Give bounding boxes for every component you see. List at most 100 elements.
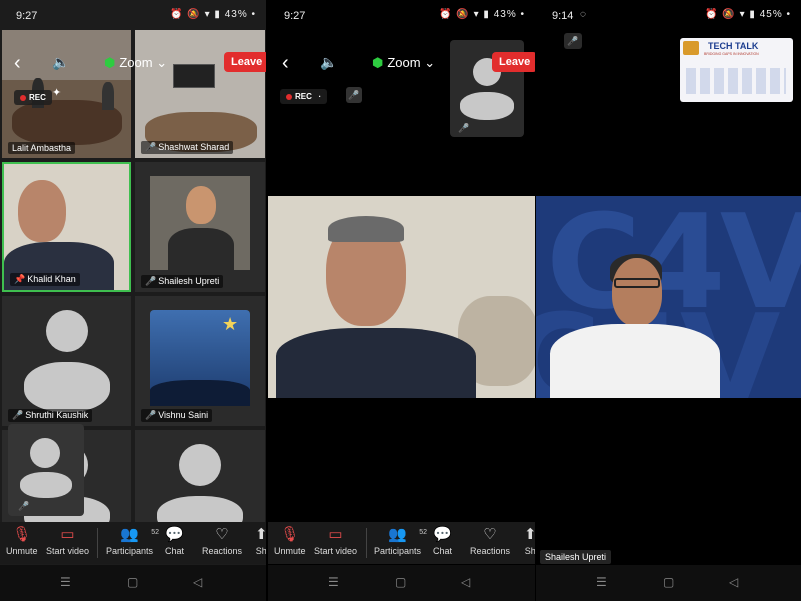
status-bar: 9:27 ⏰ 🔕 ▾ ▮ 43% •: [284, 9, 525, 22]
status-bar: 9:27 ⏰ 🔕 ▾ ▮ 43% •: [16, 9, 256, 22]
mic-off-icon[interactable]: 🎤: [564, 33, 582, 49]
presenter-face: [612, 258, 662, 326]
recent-apps-icon[interactable]: ☰: [328, 575, 339, 589]
mic-off-icon: 🎤: [458, 123, 470, 133]
event-banner-thumbnail[interactable]: TECH TALK BRIDGING GAPS IN INNOVATION: [680, 38, 793, 102]
whatsapp-icon: ◌: [580, 9, 586, 20]
start-video-button[interactable]: ▭ Start video: [46, 526, 89, 556]
event-logo: [683, 41, 699, 55]
speaker-icon[interactable]: 🔈: [52, 54, 69, 71]
leave-button[interactable]: Leave: [492, 52, 535, 72]
status-bar: 9:14 ◌ ⏰ 🔕 ▾ ▮ 45% •: [552, 9, 791, 22]
android-nav-bar: ☰ ▢ ◁: [268, 565, 535, 601]
participant-name: Vishnu Saini: [158, 410, 209, 420]
participant-tile[interactable]: [135, 430, 265, 522]
mic-off-icon[interactable]: 🎤: [346, 87, 362, 103]
participants-icon: 👥 52: [388, 526, 428, 543]
participant-name: Shruthi Kaushik: [25, 410, 89, 420]
status-time: 9:14: [552, 10, 574, 22]
back-nav-icon[interactable]: ◁: [193, 575, 202, 589]
recording-badge: REC ·: [280, 89, 328, 104]
back-arrow-icon[interactable]: ‹: [14, 52, 21, 75]
presenter-view-screen: 9:14 ◌ ⏰ 🔕 ▾ ▮ 45% • 🎤 TECH TALK BRIDGIN…: [536, 0, 801, 601]
sparkle-icon[interactable]: ✦: [52, 86, 61, 99]
meeting-top-bar: ‹ 🔈 ⬢ Zoom ⌄ Leave: [0, 48, 266, 78]
participants-count: 52: [151, 529, 160, 536]
video-off-icon: ▭: [328, 526, 343, 543]
mic-off-icon: 🎙: [12, 526, 32, 543]
active-speaker-video[interactable]: [268, 196, 535, 398]
participant-tile-active-speaker[interactable]: 📌 Khalid Khan: [2, 162, 131, 292]
home-icon[interactable]: ▢: [127, 575, 138, 589]
speaker-name-label: Shailesh Upreti: [540, 550, 612, 564]
status-icons: ⏰ 🔕 ▾ ▮: [170, 9, 221, 20]
participants-icon: 👥 52: [120, 526, 160, 543]
start-video-button[interactable]: ▭ Start video: [314, 526, 357, 556]
share-icon: ⬆: [524, 526, 535, 543]
home-icon[interactable]: ▢: [663, 575, 674, 589]
participants-count: 52: [419, 529, 428, 536]
unmute-button[interactable]: 🎙 Unmute: [6, 526, 38, 556]
status-time: 9:27: [16, 10, 38, 22]
chat-button[interactable]: 💬 Chat: [433, 526, 452, 556]
video-off-icon: ▭: [60, 526, 75, 543]
leave-button[interactable]: Leave: [224, 52, 266, 72]
chat-button[interactable]: 💬 Chat: [165, 526, 184, 556]
participant-tile[interactable]: ★ 🎤 Vishnu Saini: [135, 296, 265, 426]
glasses: [614, 278, 660, 288]
pin-icon: 📌: [14, 274, 26, 284]
mic-off-icon: 🎤: [145, 410, 157, 420]
meeting-info-dropdown[interactable]: ⬢ Zoom ⌄: [372, 55, 435, 71]
sponsor-logos: [686, 68, 786, 94]
battery-level: 45%: [759, 9, 783, 20]
android-nav-bar: ☰ ▢ ◁: [536, 565, 801, 601]
recent-apps-icon[interactable]: ☰: [596, 575, 607, 589]
chat-icon: 💬: [433, 526, 452, 543]
self-view-tile[interactable]: 🎤: [8, 424, 84, 516]
share-icon: ⬆: [255, 526, 266, 543]
mic-off-icon: 🎤: [145, 276, 157, 286]
unmute-button[interactable]: 🎙 Unmute: [274, 526, 306, 556]
battery-level: 43%: [224, 9, 248, 20]
participants-button[interactable]: 👥 52 Participants: [106, 526, 160, 556]
share-button[interactable]: ⬆ Sh: [255, 526, 266, 556]
participant-name: Shashwat Sharad: [158, 142, 230, 152]
meeting-toolbar: 🎙 Unmute ▭ Start video 👥 52 Participants 💬 Ch…: [0, 522, 266, 564]
speaker-view-screen: 9:27 ⏰ 🔕 ▾ ▮ 43% • ‹ 🔈 ⬢ Zoom ⌄ 🎤 Leave R…: [268, 0, 535, 601]
participant-tile[interactable]: 🎤 Shailesh Upreti: [135, 162, 265, 292]
participant-name: Khalid Khan: [27, 274, 76, 284]
back-arrow-icon[interactable]: ‹: [282, 52, 289, 75]
presenter-video[interactable]: C4V C4V: [536, 196, 801, 398]
back-nav-icon[interactable]: ◁: [729, 575, 738, 589]
back-nav-icon[interactable]: ◁: [461, 575, 470, 589]
home-icon[interactable]: ▢: [395, 575, 406, 589]
profile-photo: [150, 176, 250, 270]
recording-badge: REC: [14, 90, 52, 105]
shield-icon: ⬢: [372, 55, 384, 70]
heart-icon: ♡: [483, 526, 497, 543]
battery-level: 43%: [493, 9, 517, 20]
mic-off-icon: 🎤: [12, 410, 24, 420]
participant-face: [18, 180, 66, 242]
heart-icon: ♡: [215, 526, 229, 543]
recent-apps-icon[interactable]: ☰: [60, 575, 71, 589]
participant-tile[interactable]: 🎤 Shruthi Kaushik: [2, 296, 131, 426]
reactions-button[interactable]: ♡ Reactions: [202, 526, 242, 556]
avatar-placeholder: [46, 310, 88, 352]
speaker-icon[interactable]: 🔈: [320, 54, 337, 71]
share-button[interactable]: ⬆ Sh: [524, 526, 535, 556]
participants-button[interactable]: 👥 52 Participants: [374, 526, 428, 556]
shield-icon: ⬢: [104, 55, 116, 70]
star-icon: ★: [222, 314, 239, 334]
meeting-toolbar: 🎙 Unmute ▭ Start video 👥 52 Participants 💬 Ch…: [268, 522, 535, 564]
participant-name: Shailesh Upreti: [158, 276, 220, 286]
chat-icon: 💬: [165, 526, 184, 543]
gallery-view-screen: 9:27 ⏰ 🔕 ▾ ▮ 43% • Lalit Ambastha 🎤 Shash…: [0, 0, 266, 601]
mic-off-icon: 🎤: [145, 142, 157, 152]
mic-off-icon: 🎙: [280, 526, 300, 543]
android-nav-bar: ☰ ▢ ◁: [0, 565, 266, 601]
mic-off-icon: 🎤: [18, 501, 30, 511]
meeting-info-dropdown[interactable]: ⬢ Zoom ⌄: [104, 55, 167, 71]
reactions-button[interactable]: ♡ Reactions: [470, 526, 510, 556]
status-icons: ⏰ 🔕 ▾ ▮: [439, 9, 490, 20]
